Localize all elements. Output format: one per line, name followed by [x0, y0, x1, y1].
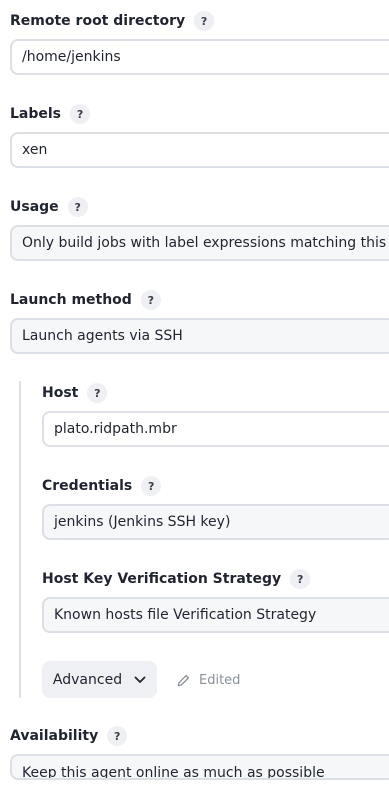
availability-help-icon[interactable]: ? [107, 726, 128, 746]
labels-value: xen [22, 142, 48, 158]
availability-label-text: Availability [10, 728, 99, 744]
launch-method-label: Launch method ? [10, 290, 161, 310]
edited-indicator: Edited [176, 669, 240, 691]
labels-help-icon[interactable]: ? [70, 104, 91, 124]
usage-label-text: Usage [10, 199, 59, 215]
remote-root-value: /home/jenkins [22, 49, 121, 65]
remote-root-input[interactable]: /home/jenkins [10, 39, 389, 75]
usage-select[interactable]: Only build jobs with label expressions m… [10, 225, 389, 261]
host-help-icon[interactable]: ? [87, 383, 108, 403]
remote-root-label: Remote root directory ? [10, 11, 215, 31]
remote-root-label-text: Remote root directory [10, 13, 186, 29]
launch-method-select[interactable]: Launch agents via SSH [10, 318, 389, 354]
credentials-help-icon[interactable]: ? [141, 476, 162, 496]
labels-label: Labels ? [10, 104, 91, 124]
host-key-label: Host Key Verification Strategy ? [42, 569, 311, 589]
nested-section-bar [19, 381, 21, 698]
credentials-label: Credentials ? [42, 476, 162, 496]
availability-label: Availability ? [10, 726, 128, 746]
availability-value: Keep this agent online as much as possib… [22, 765, 325, 780]
launch-method-label-text: Launch method [10, 292, 132, 308]
edited-label: Edited [199, 672, 241, 688]
credentials-select[interactable]: jenkins (Jenkins SSH key) [42, 504, 389, 540]
remote-root-help-icon[interactable]: ? [194, 11, 215, 31]
credentials-value: jenkins (Jenkins SSH key) [54, 514, 231, 530]
availability-select[interactable]: Keep this agent online as much as possib… [10, 754, 389, 780]
pencil-icon [176, 673, 191, 688]
host-key-label-text: Host Key Verification Strategy [42, 571, 282, 587]
advanced-button[interactable]: Advanced [42, 661, 157, 698]
host-key-help-icon[interactable]: ? [290, 569, 311, 589]
host-label-text: Host [42, 385, 79, 401]
labels-label-text: Labels [10, 106, 62, 122]
usage-label: Usage ? [10, 197, 88, 217]
credentials-label-text: Credentials [42, 478, 133, 494]
host-key-select[interactable]: Known hosts file Verification Strategy [42, 597, 389, 633]
host-label: Host ? [42, 383, 108, 403]
launch-method-value: Launch agents via SSH [22, 328, 183, 344]
host-input[interactable]: plato.ridpath.mbr [42, 411, 389, 447]
host-key-value: Known hosts file Verification Strategy [54, 607, 317, 623]
usage-value: Only build jobs with label expressions m… [22, 235, 389, 251]
host-value: plato.ridpath.mbr [54, 421, 177, 437]
usage-help-icon[interactable]: ? [67, 197, 88, 217]
labels-input[interactable]: xen [10, 132, 389, 168]
launch-method-help-icon[interactable]: ? [140, 290, 161, 310]
chevron-down-icon [134, 676, 146, 684]
advanced-label: Advanced [52, 671, 123, 688]
